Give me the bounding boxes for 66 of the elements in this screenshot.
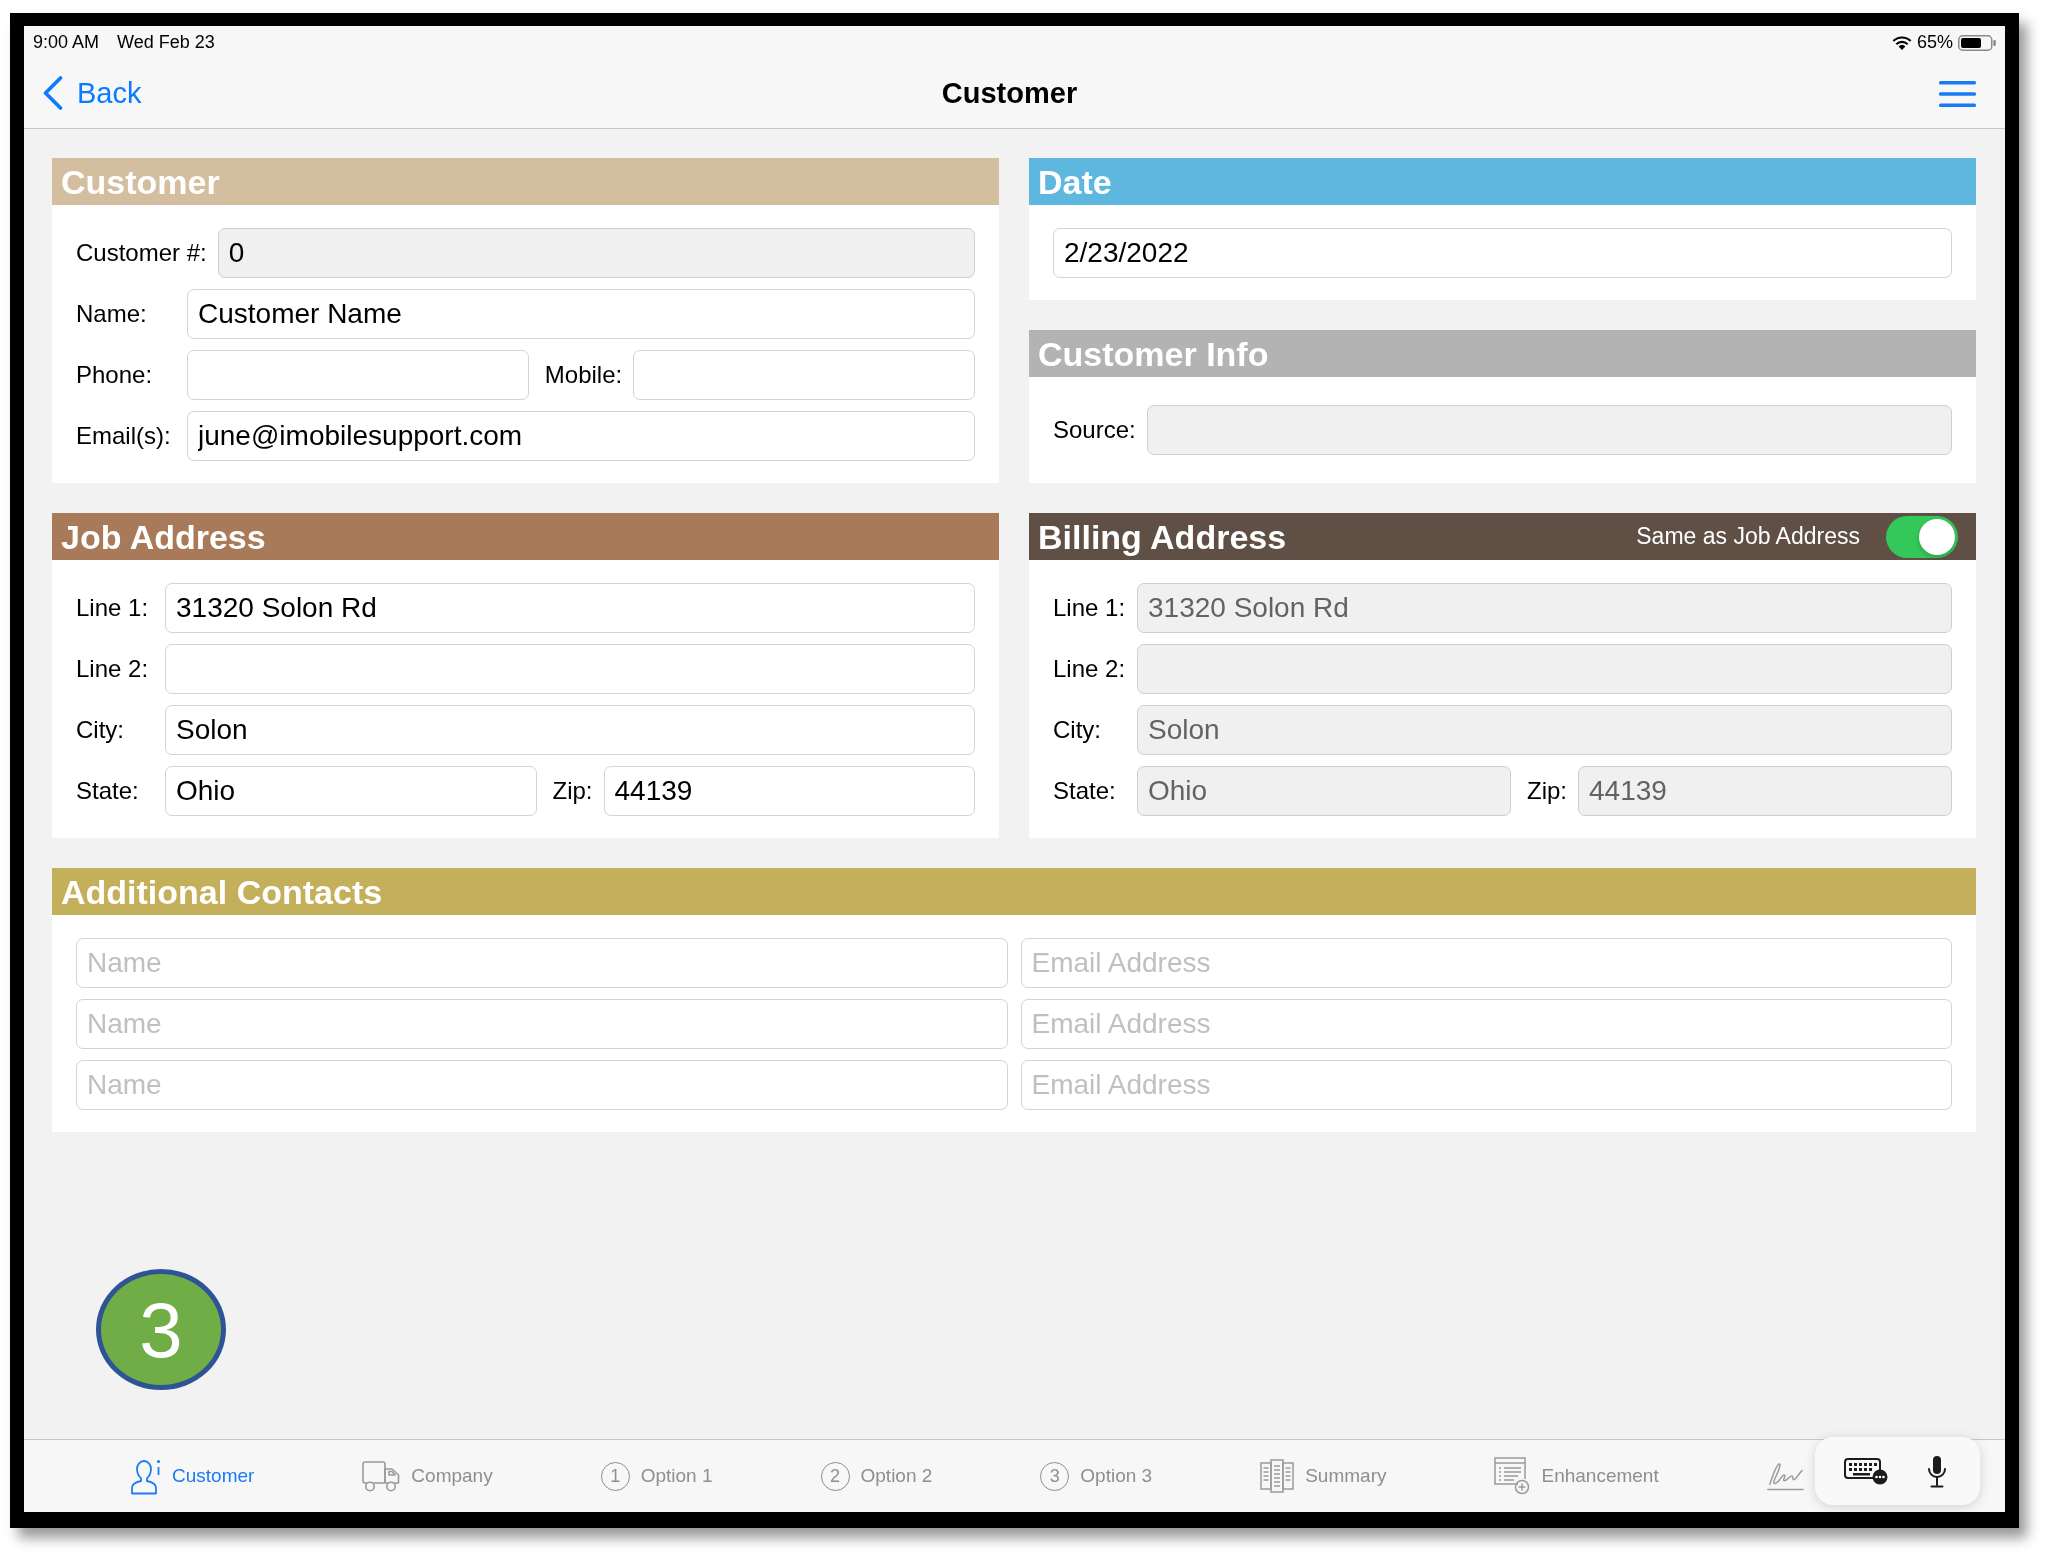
field-label: Customer #:	[76, 238, 207, 268]
field-label: City:	[1053, 715, 1102, 745]
document-pages-icon	[1260, 1459, 1295, 1493]
section-title: Customer Info	[1038, 336, 1269, 371]
field-label: State:	[1053, 776, 1117, 806]
field-label: Zip:	[552, 776, 593, 806]
tab[interactable]: Company	[362, 1460, 493, 1492]
field-label: Line 2:	[76, 654, 150, 684]
name-field[interactable]: Name	[76, 938, 1008, 988]
tab[interactable]: Customer	[128, 1457, 255, 1495]
email-field[interactable]: Email Address	[1020, 999, 1952, 1049]
step-marker: 3	[96, 1269, 226, 1390]
keyboard-icon[interactable]	[1844, 1457, 1888, 1485]
toggle-switch[interactable]	[1886, 515, 1958, 558]
input-field[interactable]	[187, 350, 529, 400]
section-title: Billing Address	[1038, 519, 1287, 554]
input-field[interactable]	[633, 350, 975, 400]
battery-percent: 65%	[1916, 31, 1953, 54]
tab[interactable]: 1 Option 1	[600, 1461, 713, 1491]
section-title: Additional Contacts	[61, 874, 383, 909]
battery-icon	[1958, 34, 1996, 51]
list-plus-icon	[1494, 1457, 1531, 1495]
chevron-left-icon	[43, 76, 63, 111]
email-field[interactable]: Email Address	[1020, 938, 1952, 988]
screen-title: Customer	[941, 75, 1078, 111]
field-label: Line 1:	[1053, 593, 1126, 623]
date-field[interactable]: 2/23/2022	[1053, 228, 1952, 278]
name-field[interactable]: Name	[76, 999, 1008, 1049]
menu-icon[interactable]	[1939, 80, 1976, 107]
field-label: City:	[76, 715, 125, 745]
field-label: Email(s):	[76, 421, 172, 451]
name-field[interactable]: Name	[76, 1060, 1008, 1110]
tab[interactable]: 3 Option 3	[1040, 1461, 1153, 1491]
field-label: State:	[76, 776, 140, 806]
tab[interactable]: Enhancement	[1494, 1457, 1659, 1495]
date-text: Wed Feb 23	[117, 31, 215, 54]
section-title: Date	[1038, 164, 1112, 199]
field-label: Line 2:	[1053, 654, 1126, 684]
field-label: Name:	[76, 299, 148, 329]
field-label: Zip:	[1527, 776, 1567, 806]
person-icon	[128, 1457, 161, 1495]
toggle-label: Same as Job Address	[1636, 522, 1860, 552]
tab[interactable]: 2 Option 2	[820, 1461, 933, 1491]
input-field[interactable]: 0	[217, 228, 975, 278]
signature-icon[interactable]	[1766, 1460, 1804, 1492]
field-label: Phone:	[76, 360, 154, 390]
wifi-icon	[1891, 35, 1912, 50]
field-label: Mobile:	[544, 360, 623, 390]
field-label: Source:	[1053, 415, 1136, 445]
section-title: Customer	[61, 164, 220, 199]
input-field[interactable]: Solon	[165, 705, 975, 755]
input-field[interactable]: 31320 Solon Rd	[165, 583, 975, 633]
input-field[interactable]: june@imobilesupport.com	[187, 411, 975, 461]
back-button[interactable]: Back	[43, 76, 142, 111]
input-field[interactable]: Ohio	[165, 766, 537, 816]
email-field[interactable]: Email Address	[1020, 1060, 1952, 1110]
time-text: 9:00 AM	[33, 31, 100, 54]
section-title: Job Address	[61, 519, 266, 554]
input-field[interactable]	[165, 644, 975, 694]
input-field[interactable]: 44139	[603, 766, 975, 816]
microphone-icon[interactable]	[1927, 1454, 1947, 1488]
input-field[interactable]	[1146, 405, 1952, 455]
field-label: Line 1:	[76, 593, 150, 623]
truck-icon	[362, 1460, 401, 1492]
tab[interactable]: Summary	[1260, 1459, 1387, 1493]
input-field[interactable]: Customer Name	[187, 289, 975, 339]
